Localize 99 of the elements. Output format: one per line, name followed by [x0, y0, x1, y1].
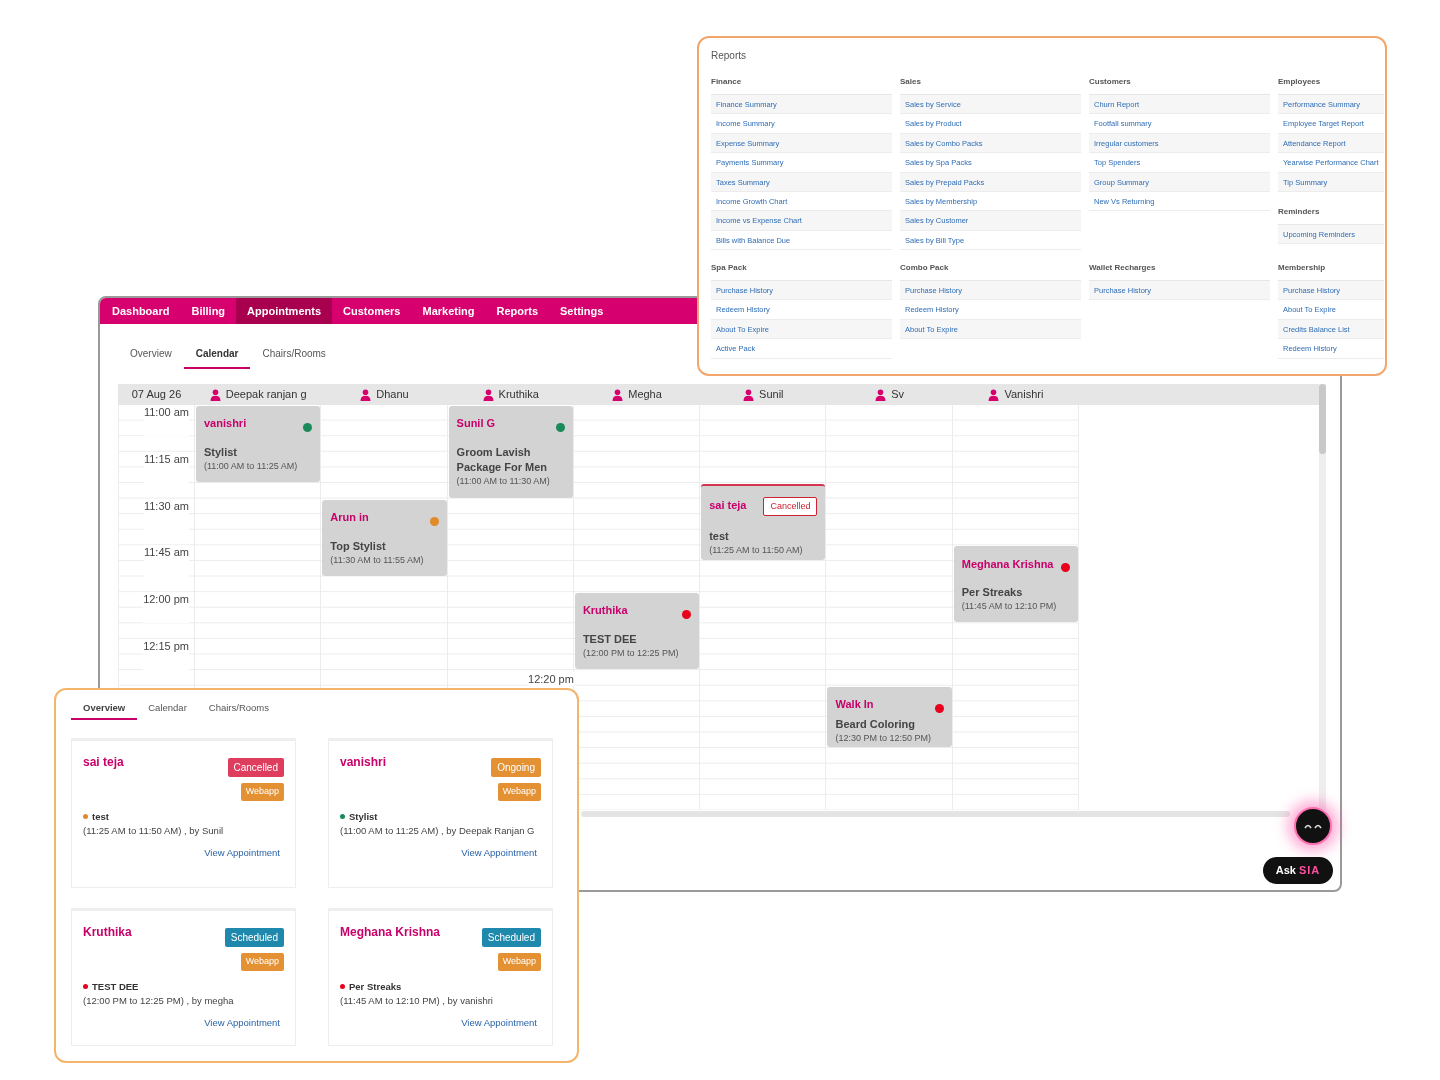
section-heading: Combo Pack [900, 262, 950, 274]
nav-tab[interactable]: Dashboard [101, 298, 181, 324]
source-badge: Webapp [497, 953, 541, 971]
time-label: 11:45 am [143, 545, 189, 577]
view-tab[interactable]: Overview [71, 699, 138, 720]
person-icon [209, 388, 221, 401]
view-appointment-link[interactable]: View Appointment [204, 1015, 280, 1030]
time-label: 11:00 am [143, 405, 189, 437]
person-icon [988, 388, 1000, 401]
section-heading: Sales [900, 76, 922, 88]
view-appointment-link[interactable]: View Appointment [204, 845, 280, 860]
section-heading: Finance [711, 76, 743, 88]
nav-tab[interactable]: Customers [332, 298, 412, 324]
section-heading: Membership [1278, 262, 1327, 274]
status-badge: Scheduled [224, 928, 284, 947]
view-tab[interactable]: Calendar [137, 699, 198, 720]
date-label: 07 Aug 26 [131, 388, 182, 401]
view-tab[interactable]: Chairs/Rooms [250, 340, 338, 369]
staff-name: Sunil [759, 387, 784, 403]
nav-tab[interactable]: Billing [180, 298, 237, 324]
scrollbar[interactable] [1319, 384, 1326, 810]
appointment-time: (11:30 AM to 11:55 AM) [330, 553, 425, 567]
client-name: vanishri [340, 754, 387, 771]
appointment-time: (11:45 AM to 12:10 PM) , by vanishri [340, 993, 494, 1008]
status-badge: Cancelled [227, 758, 284, 777]
person-icon [743, 388, 755, 401]
source-badge: Webapp [240, 783, 284, 801]
client-name: Kruthika [83, 924, 132, 941]
appointment-time: (11:25 AM to 11:50 AM) [709, 544, 804, 558]
person-icon [482, 388, 494, 401]
staff-name: Vanishri [1004, 387, 1044, 403]
section-heading: Wallet Recharges [1089, 262, 1157, 274]
nav-tab[interactable]: Marketing [411, 298, 486, 324]
client-name: Meghana Krishna [340, 924, 441, 941]
client-name: sai teja [709, 498, 747, 514]
current-time-label: 12:20 pm [528, 671, 574, 686]
service-name: Per Streaks [349, 979, 402, 994]
staff-name: Dhanu [376, 387, 409, 403]
client-name: sai teja [83, 754, 124, 771]
ask-assistant-button[interactable]: Ask SIA [1263, 857, 1333, 884]
source-badge: Webapp [240, 953, 284, 971]
time-label: 12:00 pm [143, 592, 189, 624]
status-badge: Scheduled [481, 928, 541, 947]
service-name: Stylist [349, 809, 378, 824]
appointment-card[interactable]: vanishri Stylist (11:00 AM to 11:25 AM) [196, 406, 321, 482]
section-heading: Reminders [1278, 205, 1321, 218]
appointment-card[interactable]: sai teja Cancelled test (11:25 AM to 11:50 AM) [701, 483, 826, 560]
panel-title: Reports [711, 49, 747, 63]
view-appointment-link[interactable]: View Appointment [461, 1015, 537, 1030]
source-badge: Webapp [497, 783, 541, 801]
appointment-time: (11:00 AM to 11:30 AM) [456, 475, 551, 488]
person-icon [875, 388, 887, 401]
client-name: Walk In [835, 696, 874, 712]
appointment-card[interactable]: Meghana Krishna Per Streaks (11:45 AM to 12:10 PM) [953, 546, 1079, 623]
staff-name: Deepak ranjan g [225, 387, 307, 403]
service-name: Stylist [204, 445, 238, 460]
service-name: Beard Coloring [835, 716, 916, 732]
service-name: TEST DEE [582, 632, 638, 648]
status-badge: Ongoing [491, 758, 541, 777]
service-name: Per Streaks [961, 585, 1024, 601]
staff-name: Sv [891, 387, 905, 403]
staff-name: Kruthika [498, 387, 539, 403]
nav-tab[interactable]: Reports [485, 298, 550, 324]
service-name: TEST DEE [92, 979, 139, 994]
appointment-time: (11:00 AM to 11:25 AM) , by Deepak Ranjan G [340, 823, 535, 838]
client-name: Sunil G [456, 416, 496, 432]
nav-tab[interactable]: Settings [549, 298, 615, 324]
client-name: Kruthika [582, 603, 628, 619]
section-heading: Spa Pack [711, 262, 748, 274]
client-name: Arun in [330, 509, 369, 525]
client-name: Meghana Krishna [961, 556, 1054, 572]
eyes-icon [1304, 823, 1322, 829]
nav-tab[interactable]: Appointments [236, 298, 333, 324]
appointment-time: (12:30 PM to 12:50 PM) [835, 731, 933, 745]
view-tab[interactable]: Chairs/Rooms [197, 699, 280, 720]
appointment-time: (12:00 PM to 12:25 PM) , by megha [83, 993, 235, 1008]
cancelled-badge: Cancelled [763, 496, 818, 517]
service-name: test [709, 529, 730, 545]
appointment-time: (11:45 AM to 12:10 PM) [961, 600, 1058, 614]
section-heading: Employees [1278, 76, 1322, 88]
section-heading: Customers [1089, 76, 1132, 88]
appointment-time: (11:00 AM to 11:25 AM) [204, 460, 299, 473]
appointment-card[interactable]: Sunil G Groom Lavish Package For Men (11:00 AM to 11:30 AM) [448, 406, 573, 498]
staff-name: Megha [628, 387, 662, 403]
view-appointment-link[interactable]: View Appointment [461, 845, 537, 860]
appointment-card[interactable]: Kruthika TEST DEE (12:00 PM to 12:25 PM) [574, 593, 700, 670]
appointment-time: (11:25 AM to 11:50 AM) , by Sunil [83, 823, 225, 838]
client-name: vanishri [204, 416, 247, 432]
appointment-card[interactable]: Arun in Top Stylist (11:30 AM to 11:55 AM) [322, 499, 447, 576]
appointment-card[interactable]: Walk In Beard Coloring (12:30 PM to 12:50 PM) [827, 686, 952, 748]
view-tab[interactable]: Calendar [183, 340, 251, 369]
service-name: Top Stylist [330, 538, 387, 554]
service-name: Groom Lavish Package For Men [456, 445, 549, 475]
appointment-time: (12:00 PM to 12:25 PM) [582, 647, 680, 661]
view-tab[interactable]: Overview [118, 340, 184, 369]
service-name: test [92, 809, 109, 824]
scrollbar[interactable] [581, 811, 1290, 818]
person-icon [360, 388, 372, 401]
person-icon [612, 388, 624, 401]
